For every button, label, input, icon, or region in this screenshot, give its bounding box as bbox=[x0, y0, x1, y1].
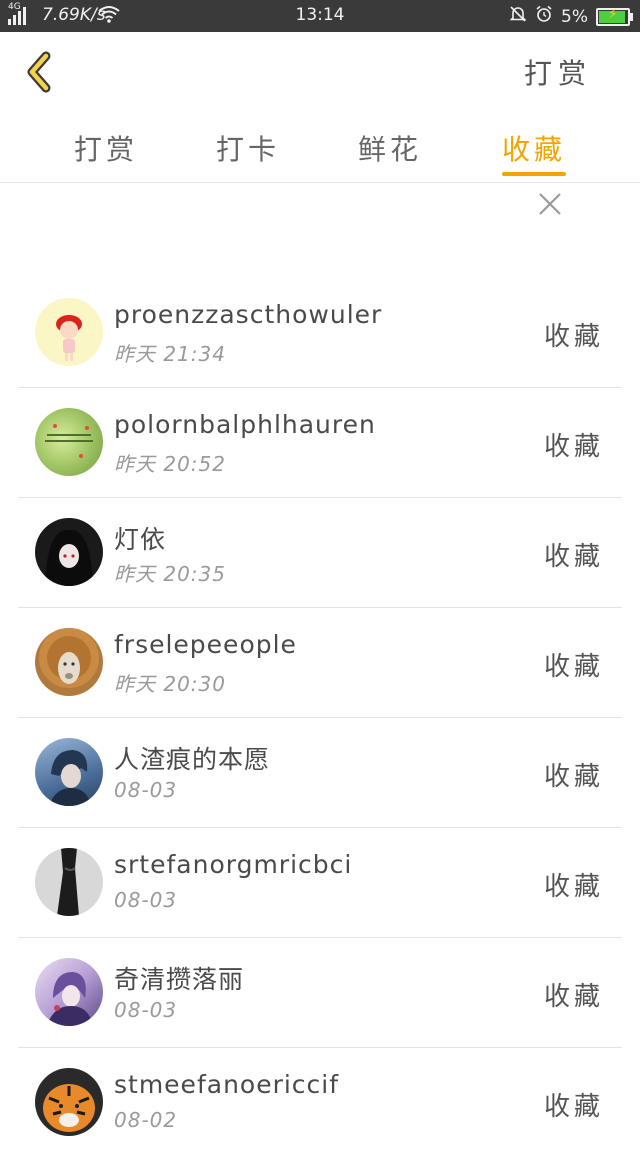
avatar[interactable] bbox=[35, 518, 103, 586]
favorite-label: 收藏 bbox=[543, 872, 604, 902]
active-tab-indicator bbox=[502, 172, 566, 176]
favorite-label: 收藏 bbox=[543, 762, 604, 792]
list-item[interactable]: 灯依 昨天 20:35 收藏 bbox=[18, 498, 622, 608]
timestamp: 昨天 21:34 bbox=[114, 342, 226, 366]
tab-bar: 打赏 打卡 鲜花 收藏 bbox=[0, 118, 640, 183]
chevron-left-icon bbox=[27, 51, 51, 93]
user-name: stmeefanoericcif bbox=[114, 1070, 340, 1099]
timestamp: 08-03 bbox=[114, 778, 178, 802]
favorite-label: 收藏 bbox=[543, 652, 604, 682]
list-item[interactable]: frselepeeople 昨天 20:30 收藏 bbox=[18, 608, 622, 718]
user-name: 人渣痕的本愿 bbox=[114, 745, 271, 774]
avatar[interactable] bbox=[35, 1068, 103, 1136]
avatar[interactable] bbox=[35, 958, 103, 1026]
timestamp: 08-02 bbox=[114, 1108, 178, 1132]
list-item[interactable]: stmeefanoericcif 08-02 收藏 bbox=[18, 1048, 622, 1157]
list-item[interactable]: 奇清攒落丽 08-03 收藏 bbox=[18, 938, 622, 1048]
timestamp: 昨天 20:35 bbox=[114, 562, 226, 586]
timestamp: 昨天 20:30 bbox=[114, 672, 226, 696]
tab-favorites[interactable]: 收藏 bbox=[494, 128, 574, 168]
tab-checkin[interactable]: 打卡 bbox=[208, 128, 288, 168]
timestamp: 08-03 bbox=[114, 888, 178, 912]
favorite-label: 收藏 bbox=[543, 322, 604, 352]
avatar[interactable] bbox=[35, 848, 103, 916]
timestamp: 昨天 20:52 bbox=[114, 452, 226, 476]
tab-flowers[interactable]: 鲜花 bbox=[350, 128, 430, 168]
favorite-label: 收藏 bbox=[543, 982, 604, 1012]
favorites-list: proenzzascthowuler 昨天 21:34 收藏 polornbal… bbox=[18, 278, 622, 1157]
favorite-label: 收藏 bbox=[543, 432, 604, 462]
close-button[interactable] bbox=[536, 190, 564, 218]
user-name: srtefanorgmricbci bbox=[114, 850, 353, 879]
list-item[interactable]: 人渣痕的本愿 08-03 收藏 bbox=[18, 718, 622, 828]
favorite-label: 收藏 bbox=[543, 1092, 604, 1122]
close-icon bbox=[539, 193, 561, 215]
avatar[interactable] bbox=[35, 298, 103, 366]
user-name: proenzzascthowuler bbox=[114, 300, 383, 329]
avatar[interactable] bbox=[35, 738, 103, 806]
avatar[interactable] bbox=[35, 628, 103, 696]
status-bar: 4G 7.69K/s 13:14 5% ⚡ bbox=[0, 0, 640, 32]
list-item[interactable]: proenzzascthowuler 昨天 21:34 收藏 bbox=[18, 278, 622, 388]
reward-header-button[interactable]: 打赏 bbox=[524, 52, 592, 92]
user-name: frselepeeople bbox=[114, 630, 297, 659]
list-item[interactable]: srtefanorgmricbci 08-03 收藏 bbox=[18, 828, 622, 938]
battery-icon: ⚡ bbox=[596, 7, 633, 26]
timestamp: 08-03 bbox=[114, 998, 178, 1022]
list-item[interactable]: polornbalphlhauren 昨天 20:52 收藏 bbox=[18, 388, 622, 498]
mute-bell-icon bbox=[509, 5, 527, 28]
back-button[interactable] bbox=[22, 50, 62, 94]
user-name: 灯依 bbox=[114, 525, 167, 554]
user-name: polornbalphlhauren bbox=[114, 410, 376, 439]
user-name: 奇清攒落丽 bbox=[114, 965, 245, 994]
favorite-label: 收藏 bbox=[543, 542, 604, 572]
tab-reward[interactable]: 打赏 bbox=[66, 128, 146, 168]
alarm-icon bbox=[535, 5, 553, 28]
battery-percent: 5% bbox=[561, 6, 588, 27]
avatar[interactable] bbox=[35, 408, 103, 476]
